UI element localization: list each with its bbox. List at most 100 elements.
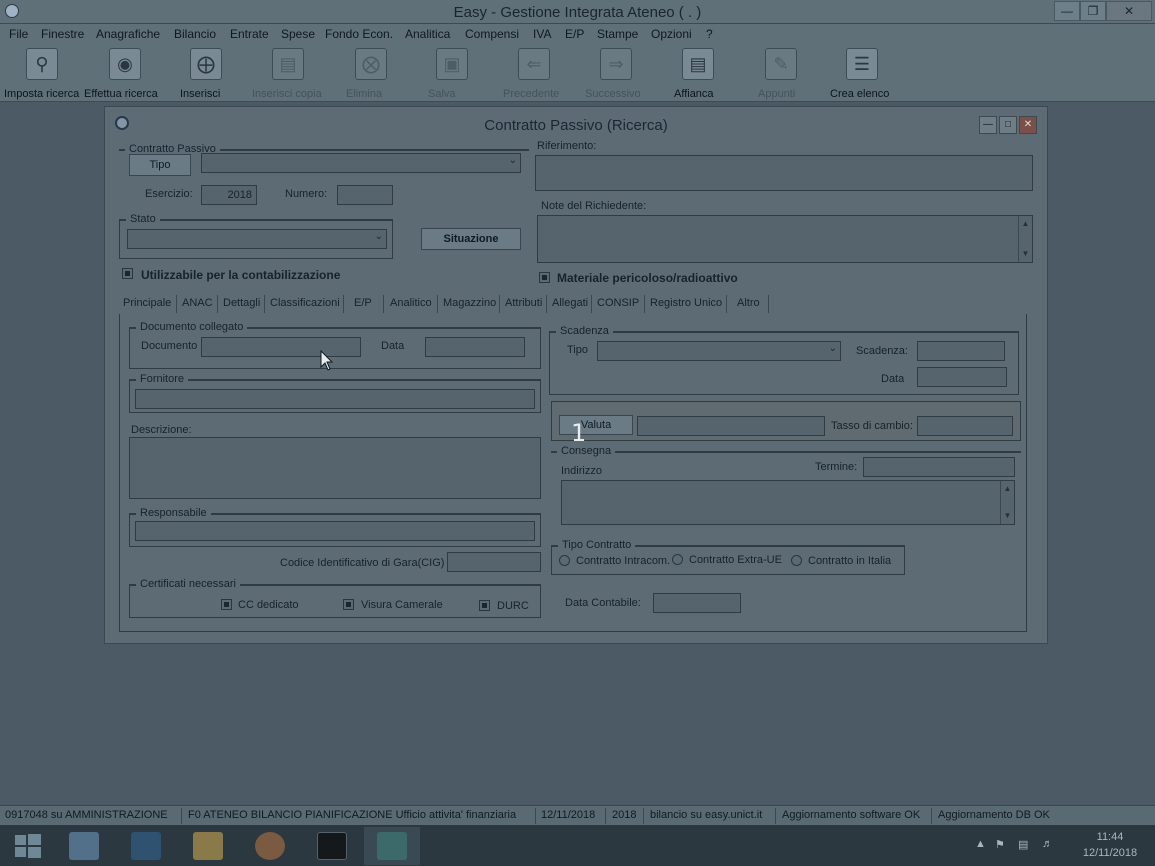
- affianca-button[interactable]: ▤ Affianca: [674, 46, 722, 100]
- tab-consip[interactable]: CONSIP: [597, 297, 639, 309]
- copy-icon: ▤: [272, 48, 304, 80]
- materiale-checkbox[interactable]: [539, 272, 550, 283]
- menu-opzioni[interactable]: Opzioni: [651, 27, 692, 41]
- documento-input[interactable]: [201, 337, 361, 357]
- menu-fondo-econ[interactable]: Fondo Econ.: [325, 27, 393, 41]
- taskbar-chrome[interactable]: [242, 827, 298, 865]
- maximize-button[interactable]: ❐: [1080, 1, 1106, 21]
- valuta-input[interactable]: [637, 416, 825, 436]
- elimina-button[interactable]: ⨂ Elimina: [346, 46, 396, 100]
- status-bar: 0917048 su AMMINISTRAZIONE F0 ATENEO BIL…: [0, 805, 1155, 825]
- taskbar-powershell[interactable]: [118, 827, 174, 865]
- durc-checkbox[interactable]: [479, 600, 490, 611]
- note-richiedente-textarea[interactable]: ▲ ▼: [537, 215, 1033, 263]
- appunti-button[interactable]: ✎ Appunti: [758, 46, 804, 100]
- situazione-button[interactable]: Situazione: [421, 228, 521, 250]
- imposta-ricerca-button[interactable]: ⚲ Imposta ricerca: [4, 46, 80, 100]
- menu-analitica[interactable]: Analitica: [405, 27, 450, 41]
- tray-network-icon[interactable]: ▤: [1018, 838, 1028, 851]
- menu-spese[interactable]: Spese: [281, 27, 315, 41]
- tray-volume-icon[interactable]: ♬: [1042, 838, 1053, 850]
- stato-select[interactable]: ⌄: [127, 229, 387, 249]
- folder-icon: [193, 832, 223, 860]
- server-manager-icon: [69, 832, 99, 860]
- inserisci-copia-button[interactable]: ▤ Inserisci copia: [252, 46, 324, 100]
- radio-intracom[interactable]: [559, 555, 570, 566]
- successivo-button[interactable]: ⇒ Successivo: [585, 46, 647, 100]
- salva-button[interactable]: ▣ Salva: [428, 46, 476, 100]
- radio-extra-ue[interactable]: [672, 554, 683, 565]
- tab-ep[interactable]: E/P: [354, 297, 372, 309]
- menu-bilancio[interactable]: Bilancio: [174, 27, 216, 41]
- termine-input[interactable]: [863, 457, 1015, 477]
- tray-flag-icon[interactable]: ⚑: [995, 838, 1005, 851]
- tab-attributi[interactable]: Attributi: [505, 297, 542, 309]
- esercizio-input[interactable]: 2018: [201, 185, 257, 205]
- notes-icon: ✎: [765, 48, 797, 80]
- menu-entrate[interactable]: Entrate: [230, 27, 269, 41]
- scadenza-tipo-select[interactable]: ⌄: [597, 341, 841, 361]
- menu-ep[interactable]: E/P: [565, 27, 584, 41]
- tipo-button[interactable]: Tipo: [129, 154, 191, 176]
- taskbar-clock[interactable]: 11:44 12/11/2018: [1070, 829, 1150, 861]
- scadenza-input[interactable]: [917, 341, 1005, 361]
- data-contabile-input[interactable]: [653, 593, 741, 613]
- taskbar-cmd[interactable]: [304, 827, 360, 865]
- tab-dettagli[interactable]: Dettagli: [223, 297, 260, 309]
- menu-finestre[interactable]: Finestre: [41, 27, 84, 41]
- inserisci-button[interactable]: ⨁ Inserisci: [180, 46, 232, 100]
- cig-input[interactable]: [447, 552, 541, 572]
- riferimento-input[interactable]: [535, 155, 1033, 191]
- tab-analitico[interactable]: Analitico: [390, 297, 432, 309]
- precedente-button[interactable]: ⇐ Precedente: [503, 46, 565, 100]
- tab-registro-unico[interactable]: Registro Unico: [650, 297, 722, 309]
- menu-help[interactable]: ?: [706, 27, 713, 41]
- tasso-di-cambio-input[interactable]: [917, 416, 1013, 436]
- tab-classificazioni[interactable]: Classificazioni: [270, 297, 340, 309]
- taskbar-server-manager[interactable]: [56, 827, 112, 865]
- minimize-button[interactable]: —: [1054, 1, 1080, 21]
- utilizzabile-checkbox[interactable]: [122, 268, 133, 279]
- tab-allegati[interactable]: Allegati: [552, 297, 588, 309]
- dialog-close-button[interactable]: ✕: [1019, 116, 1037, 134]
- data-documento-input[interactable]: [425, 337, 525, 357]
- tab-anac[interactable]: ANAC: [182, 297, 213, 309]
- tab-altro[interactable]: Altro: [737, 297, 760, 309]
- visura-camerale-checkbox[interactable]: [343, 599, 354, 610]
- start-button[interactable]: [0, 827, 56, 865]
- menu-iva[interactable]: IVA: [533, 27, 551, 41]
- tab-principale[interactable]: Principale: [123, 297, 171, 309]
- menu-compensi[interactable]: Compensi: [465, 27, 519, 41]
- scadenza-data-input[interactable]: [917, 367, 1007, 387]
- clock-date: 12/11/2018: [1082, 847, 1138, 859]
- indirizzo-scrollbar[interactable]: ▲ ▼: [1000, 481, 1014, 524]
- status-date: 12/11/2018: [541, 809, 596, 821]
- powershell-icon: [131, 832, 161, 860]
- effettua-ricerca-button[interactable]: ◉ Effettua ricerca: [84, 46, 166, 100]
- menu-stampe[interactable]: Stampe: [597, 27, 638, 41]
- contratto-passivo-dialog: Contratto Passivo (Ricerca) — □ ✕ Contra…: [104, 106, 1048, 644]
- dialog-maximize-button[interactable]: □: [999, 116, 1017, 134]
- menu-anagrafiche[interactable]: Anagrafiche: [96, 27, 160, 41]
- dialog-minimize-button[interactable]: —: [979, 116, 997, 134]
- crea-elenco-button[interactable]: ☰ Crea elenco: [830, 46, 894, 100]
- descrizione-textarea[interactable]: [129, 437, 541, 499]
- indirizzo-textarea[interactable]: ▲ ▼: [561, 480, 1015, 525]
- clock-time: 11:44: [1096, 831, 1124, 843]
- terminal-icon: [317, 832, 347, 860]
- cc-dedicato-checkbox[interactable]: [221, 599, 232, 610]
- radio-italia[interactable]: [791, 555, 802, 566]
- menu-file[interactable]: File: [9, 27, 28, 41]
- tray-chevron-up-icon[interactable]: ▲: [975, 838, 986, 850]
- note-scrollbar[interactable]: ▲ ▼: [1018, 216, 1032, 262]
- taskbar-easy-app[interactable]: [364, 827, 420, 865]
- tab-magazzino[interactable]: Magazzino: [443, 297, 496, 309]
- close-button[interactable]: ✕: [1106, 1, 1152, 21]
- mouse-cursor-icon: [320, 350, 334, 371]
- taskbar-explorer[interactable]: [180, 827, 236, 865]
- fornitore-input[interactable]: [135, 389, 535, 409]
- tipo-select[interactable]: ⌄: [201, 153, 521, 173]
- responsabile-input[interactable]: [135, 521, 535, 541]
- numero-input[interactable]: [337, 185, 393, 205]
- scroll-down-icon: ▼: [1003, 511, 1012, 520]
